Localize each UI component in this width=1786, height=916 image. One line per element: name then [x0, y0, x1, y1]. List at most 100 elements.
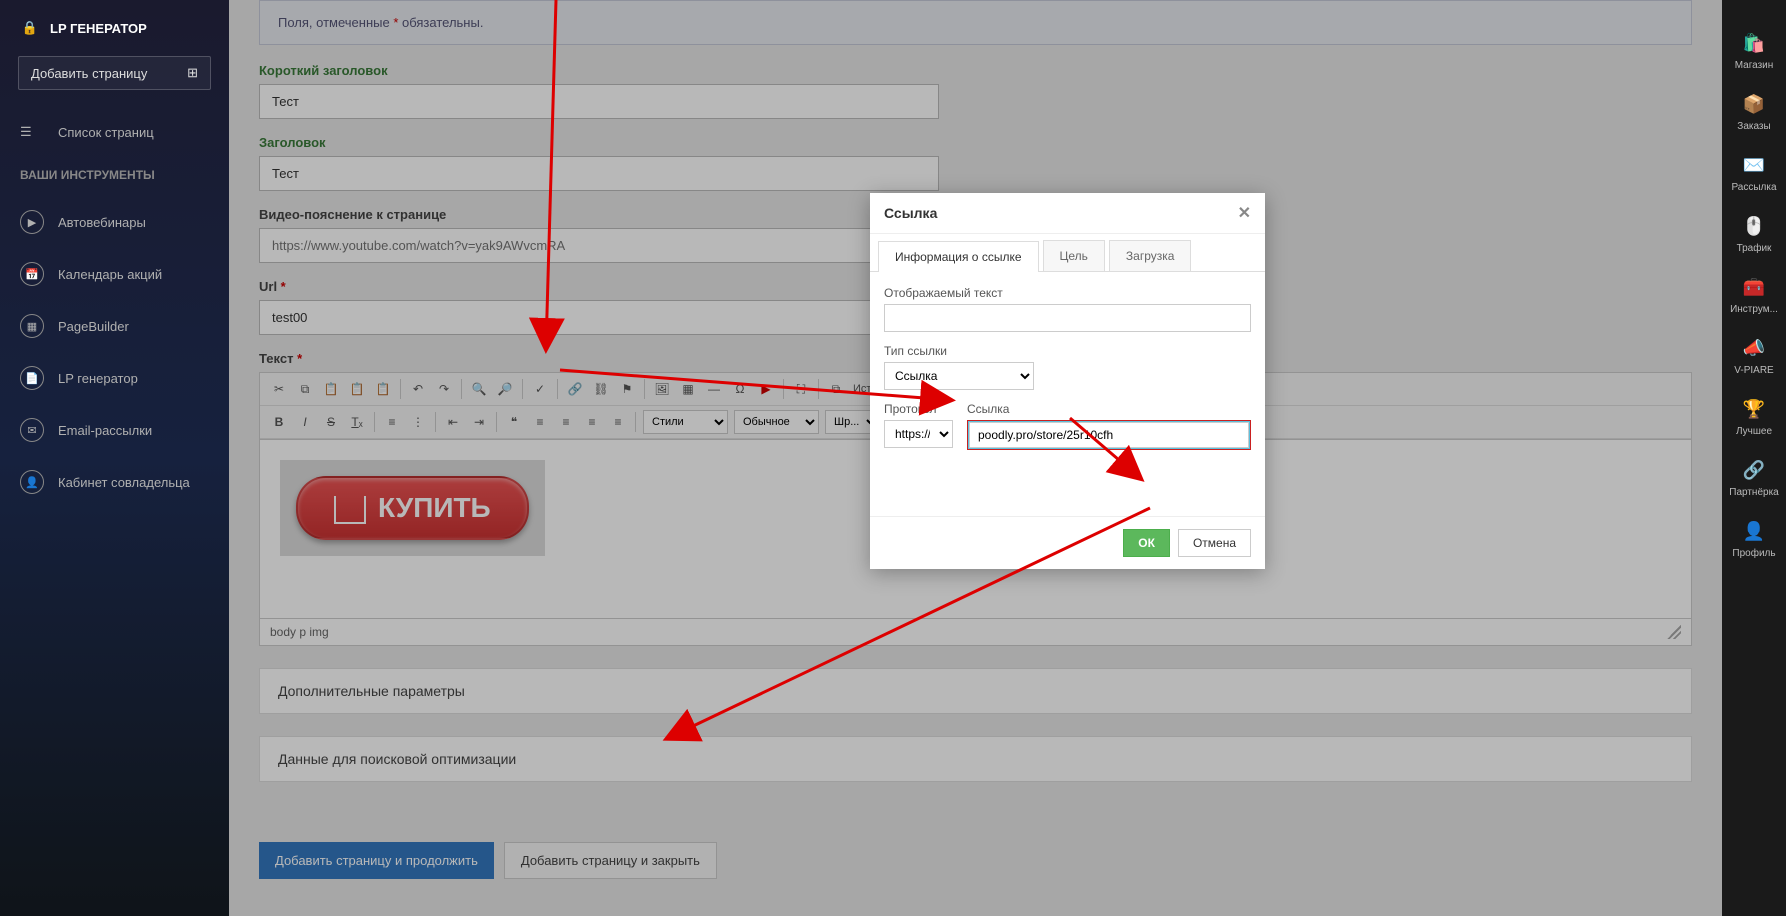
align-justify-icon[interactable]: ≡ [606, 410, 630, 434]
sidebar-item-owner[interactable]: 👤Кабинет совладельца [0, 456, 229, 508]
format-select[interactable]: Обычное [734, 410, 819, 434]
list-icon: ☰ [20, 124, 44, 140]
align-center-icon[interactable]: ≡ [554, 410, 578, 434]
paste-text-icon[interactable]: 📋 [345, 377, 369, 401]
sidebar-page-list[interactable]: ☰ Список страниц [0, 110, 229, 154]
bag-icon: 🛍️ [1741, 30, 1767, 56]
sidebar-title: 🔒 LP ГЕНЕРАТОР [0, 0, 229, 56]
replace-icon[interactable]: 🔎 [493, 377, 517, 401]
profile-icon: 👤 [1741, 518, 1767, 544]
rs-item-vpiare[interactable]: 📣V-PIARE [1722, 325, 1786, 386]
bold-icon[interactable]: B [267, 410, 291, 434]
tab-link-info[interactable]: Информация о ссылке [878, 241, 1039, 272]
rs-item-profile[interactable]: 👤Профиль [1722, 508, 1786, 569]
rs-item-orders[interactable]: 📦Заказы [1722, 81, 1786, 142]
rs-item-mailing[interactable]: ✉️Рассылка [1722, 142, 1786, 203]
styles-select[interactable]: Стили [643, 410, 728, 434]
mouse-icon: 🖱️ [1741, 213, 1767, 239]
image-icon[interactable]: 🖼 [650, 377, 674, 401]
hr-icon[interactable]: — [702, 377, 726, 401]
tab-upload[interactable]: Загрузка [1109, 240, 1192, 271]
sidebar-item-calendar[interactable]: 📅Календарь акций [0, 248, 229, 300]
page-icon: 📄 [20, 366, 44, 390]
cancel-button[interactable]: Отмена [1178, 529, 1251, 557]
buy-button-image[interactable]: КУПИТЬ [280, 460, 545, 556]
numbered-list-icon[interactable]: ≡ [380, 410, 404, 434]
megaphone-icon: 📣 [1741, 335, 1767, 361]
redo-icon[interactable]: ↷ [432, 377, 456, 401]
link-url-input[interactable] [969, 422, 1249, 448]
rs-item-affiliate[interactable]: 🔗Партнёрка [1722, 447, 1786, 508]
tab-target[interactable]: Цель [1043, 240, 1105, 271]
protocol-select[interactable]: https:// [884, 420, 953, 448]
box-icon: 📦 [1741, 91, 1767, 117]
sidebar-item-autowebinars[interactable]: ▶Автовебинары [0, 196, 229, 248]
editor-path-bar: body p img [259, 619, 1692, 646]
display-text-input[interactable] [884, 304, 1251, 332]
paste-icon[interactable]: 📋 [319, 377, 343, 401]
quote-icon[interactable]: ❝ [502, 410, 526, 434]
link-type-label: Тип ссылки [884, 344, 1034, 358]
ok-button[interactable]: ОК [1123, 529, 1170, 557]
cart-icon [334, 496, 366, 524]
accordion-extra-params[interactable]: Дополнительные параметры [259, 668, 1692, 714]
user-icon: 👤 [20, 470, 44, 494]
cut-icon[interactable]: ✂ [267, 377, 291, 401]
resize-grip[interactable] [1667, 625, 1681, 639]
source-icon[interactable]: ⧉ [824, 377, 848, 401]
title-label: Заголовок [259, 135, 1692, 150]
link-url-label: Ссылка [967, 402, 1251, 416]
paste-word-icon[interactable]: 📋 [371, 377, 395, 401]
display-text-label: Отображаемый текст [884, 286, 1251, 300]
right-sidebar: 🛍️Магазин 📦Заказы ✉️Рассылка 🖱️Трафик 🧰И… [1722, 0, 1786, 916]
youtube-icon[interactable]: ▶ [754, 377, 778, 401]
bullet-list-icon[interactable]: ⋮ [406, 410, 430, 434]
left-sidebar: 🔒 LP ГЕНЕРАТОР Добавить страницу ⊞ ☰ Спи… [0, 0, 229, 916]
special-char-icon[interactable]: Ω [728, 377, 752, 401]
strike-icon[interactable]: S [319, 410, 343, 434]
maximize-icon[interactable]: ⛶ [789, 377, 813, 401]
link-icon[interactable]: 🔗 [563, 377, 587, 401]
dialog-title: Ссылка [884, 205, 937, 221]
plus-icon: ⊞ [187, 65, 198, 81]
info-bar: Поля, отмеченные * обязательны. [259, 0, 1692, 45]
add-and-close-button[interactable]: Добавить страницу и закрыть [504, 842, 717, 879]
calendar-icon: 📅 [20, 262, 44, 286]
remove-format-icon[interactable]: Tₓ [345, 410, 369, 434]
anchor-icon[interactable]: ⚑ [615, 377, 639, 401]
copy-icon[interactable]: ⧉ [293, 377, 317, 401]
title-input[interactable] [259, 156, 939, 191]
add-and-continue-button[interactable]: Добавить страницу и продолжить [259, 842, 494, 879]
video-input[interactable] [259, 228, 939, 263]
sidebar-item-pagebuilder[interactable]: ▦PageBuilder [0, 300, 229, 352]
align-right-icon[interactable]: ≡ [580, 410, 604, 434]
rs-item-tools[interactable]: 🧰Инструм... [1722, 264, 1786, 325]
sidebar-item-lpgenerator[interactable]: 📄LP генератор [0, 352, 229, 404]
short-title-label: Короткий заголовок [259, 63, 1692, 78]
find-icon[interactable]: 🔍 [467, 377, 491, 401]
toolbox-icon: 🧰 [1741, 274, 1767, 300]
lock-icon: 🔒 [20, 18, 40, 38]
accordion-seo[interactable]: Данные для поисковой оптимизации [259, 736, 1692, 782]
unlink-icon[interactable]: ⛓ [589, 377, 613, 401]
rs-item-store[interactable]: 🛍️Магазин [1722, 20, 1786, 81]
close-icon[interactable]: ✕ [1238, 203, 1251, 223]
rs-item-traffic[interactable]: 🖱️Трафик [1722, 203, 1786, 264]
align-left-icon[interactable]: ≡ [528, 410, 552, 434]
sidebar-item-email[interactable]: ✉Email-рассылки [0, 404, 229, 456]
short-title-input[interactable] [259, 84, 939, 119]
mail-icon: ✉ [20, 418, 44, 442]
trophy-icon: 🏆 [1741, 396, 1767, 422]
url-highlight-box [967, 420, 1251, 450]
rs-item-best[interactable]: 🏆Лучшее [1722, 386, 1786, 447]
add-page-button[interactable]: Добавить страницу ⊞ [18, 56, 211, 90]
url-input[interactable] [259, 300, 939, 335]
spellcheck-icon[interactable]: ✓ [528, 377, 552, 401]
table-icon[interactable]: ▦ [676, 377, 700, 401]
italic-icon[interactable]: I [293, 410, 317, 434]
undo-icon[interactable]: ↶ [406, 377, 430, 401]
link-type-select[interactable]: Ссылка [884, 362, 1034, 390]
indent-icon[interactable]: ⇥ [467, 410, 491, 434]
outdent-icon[interactable]: ⇤ [441, 410, 465, 434]
envelope-icon: ✉️ [1741, 152, 1767, 178]
